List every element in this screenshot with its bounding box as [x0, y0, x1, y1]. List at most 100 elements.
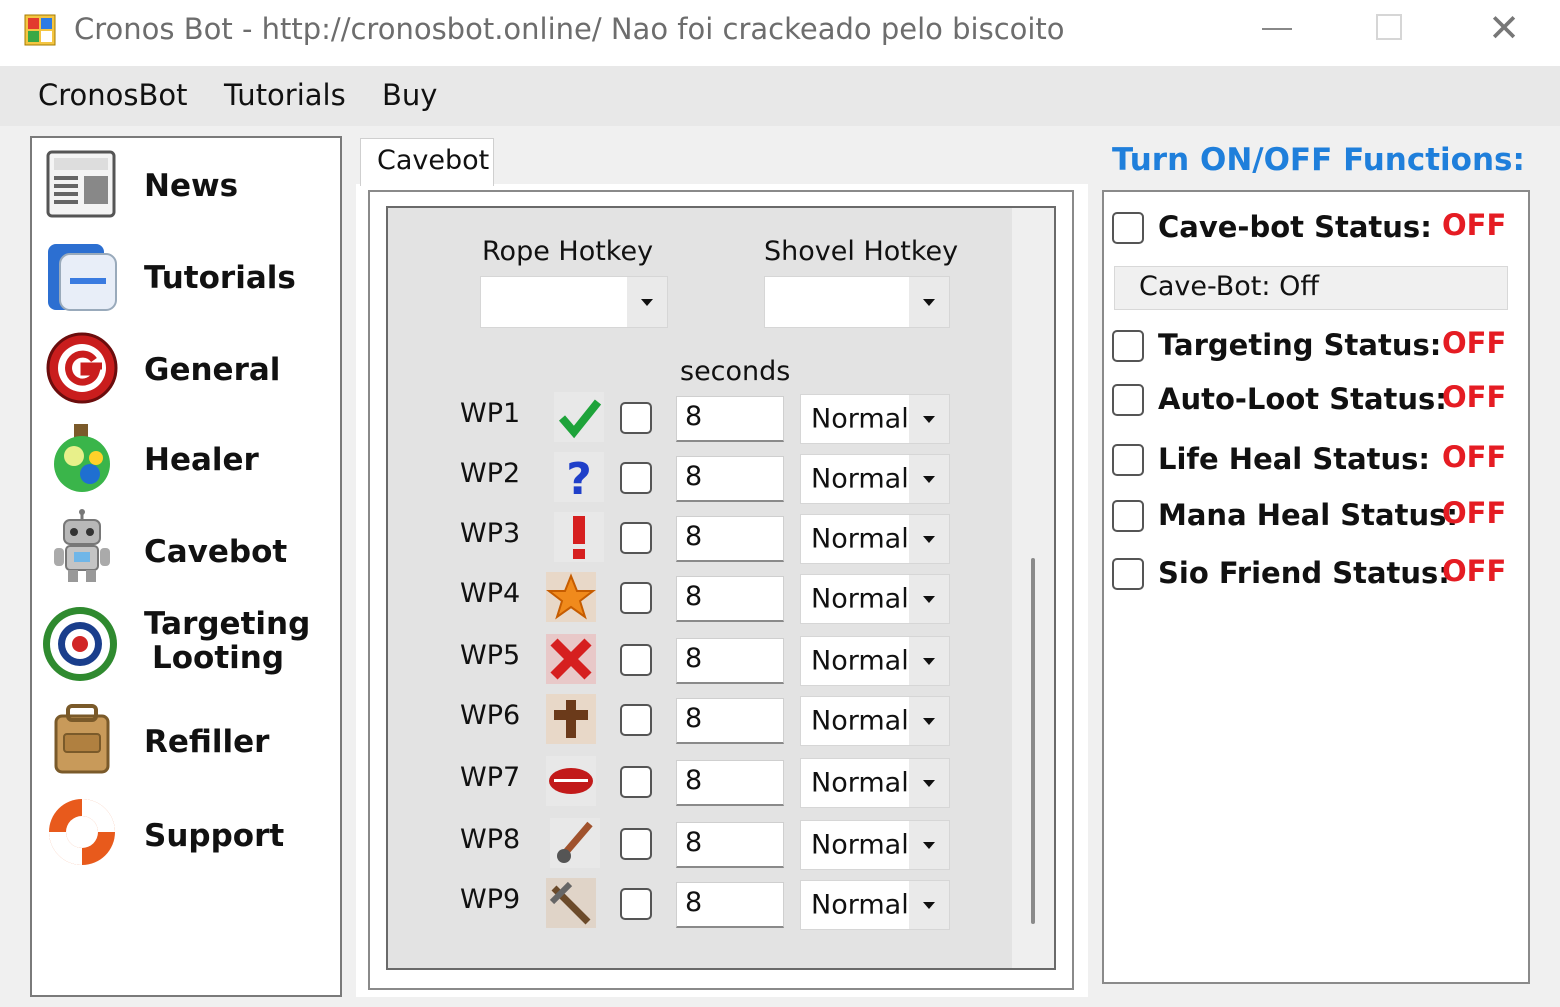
cavebot-status-text: Cave-Bot: Off — [1139, 271, 1319, 302]
chevron-down-icon[interactable] — [909, 759, 949, 807]
waypoint-seconds-input[interactable]: 8 — [676, 760, 784, 806]
sio-friend-status-label: Sio Friend Status: — [1158, 556, 1450, 590]
auto-loot-status-value: OFF — [1442, 380, 1507, 414]
sidebar-item-looting[interactable]: Looting — [152, 640, 284, 676]
life-heal-status-checkbox[interactable] — [1112, 444, 1144, 476]
target-icon — [43, 607, 117, 681]
chevron-down-icon[interactable] — [909, 821, 949, 869]
waypoint-mode-value: Normal — [811, 889, 909, 921]
lifebuoy-icon — [49, 799, 115, 865]
sio-friend-status-value: OFF — [1442, 554, 1507, 588]
waypoint-mode-dropdown[interactable]: Normal — [800, 880, 950, 930]
auto-loot-status-checkbox[interactable] — [1112, 384, 1144, 416]
red-cross-icon — [546, 634, 596, 684]
waypoint-label: WP8 — [460, 824, 521, 855]
minimize-icon[interactable] — [1262, 28, 1292, 30]
potion-icon — [54, 424, 110, 492]
rope-hotkey-label: Rope Hotkey — [482, 236, 654, 267]
menu-buy[interactable]: Buy — [382, 78, 437, 112]
waypoint-mode-value: Normal — [811, 645, 909, 677]
maximize-icon[interactable] — [1376, 14, 1402, 40]
sidebar-item-cavebot[interactable]: Cavebot — [144, 534, 287, 570]
waypoint-seconds-input[interactable]: 8 — [676, 882, 784, 928]
cavebot-status-display: Cave-Bot: Off — [1114, 266, 1508, 310]
waypoint-seconds-value: 8 — [685, 461, 703, 492]
targeting-status-value: OFF — [1442, 326, 1507, 360]
sidebar-item-support[interactable]: Support — [144, 818, 284, 854]
waypoint-checkbox[interactable] — [620, 766, 652, 798]
scrollbar-thumb[interactable] — [1031, 558, 1035, 924]
newspaper-icon — [46, 150, 116, 218]
waypoint-checkbox[interactable] — [620, 582, 652, 614]
waypoint-mode-value: Normal — [811, 523, 909, 555]
sidebar-item-general[interactable]: General — [144, 352, 280, 388]
waypoint-checkbox[interactable] — [620, 402, 652, 434]
waypoint-mode-dropdown[interactable]: Normal — [800, 696, 950, 746]
star-icon — [546, 572, 596, 622]
waypoint-checkbox[interactable] — [620, 462, 652, 494]
waypoint-checkbox[interactable] — [620, 522, 652, 554]
tab-cavebot[interactable]: Cavebot — [360, 138, 494, 186]
waypoint-mode-dropdown[interactable]: Normal — [800, 514, 950, 564]
waypoint-seconds-value: 8 — [685, 887, 703, 918]
waypoint-mode-dropdown[interactable]: Normal — [800, 820, 950, 870]
waypoint-label: WP5 — [460, 640, 521, 671]
svg-text:?: ? — [566, 454, 592, 502]
chevron-down-icon[interactable] — [909, 515, 949, 563]
lips-icon — [546, 756, 596, 806]
menu-cronosbot[interactable]: CronosBot — [38, 78, 188, 112]
pick-icon — [546, 878, 596, 928]
waypoint-checkbox[interactable] — [620, 828, 652, 860]
targeting-status-checkbox[interactable] — [1112, 330, 1144, 362]
tutorial-book-icon — [48, 244, 117, 311]
chevron-down-icon[interactable] — [909, 277, 949, 327]
waypoint-seconds-input[interactable]: 8 — [676, 698, 784, 744]
exclamation-icon — [554, 512, 604, 562]
waypoint-seconds-value: 8 — [685, 401, 703, 432]
waypoint-mode-dropdown[interactable]: Normal — [800, 636, 950, 686]
waypoint-seconds-value: 8 — [685, 643, 703, 674]
menu-tutorials[interactable]: Tutorials — [224, 78, 346, 112]
cave-bot-status-checkbox[interactable] — [1112, 212, 1144, 244]
checkmark-icon — [554, 392, 604, 442]
sio-friend-status-checkbox[interactable] — [1112, 558, 1144, 590]
chevron-down-icon[interactable] — [627, 277, 667, 327]
chevron-down-icon[interactable] — [909, 455, 949, 503]
waypoint-mode-dropdown[interactable]: Normal — [800, 394, 950, 444]
waypoint-mode-dropdown[interactable]: Normal — [800, 454, 950, 504]
waypoint-mode-dropdown[interactable]: Normal — [800, 758, 950, 808]
waypoint-seconds-value: 8 — [685, 765, 703, 796]
waypoint-checkbox[interactable] — [620, 888, 652, 920]
chevron-down-icon[interactable] — [909, 697, 949, 745]
waypoint-seconds-input[interactable]: 8 — [676, 576, 784, 622]
mana-heal-status-label: Mana Heal Status: — [1158, 498, 1458, 532]
waypoint-mode-dropdown[interactable]: Normal — [800, 574, 950, 624]
waypoint-seconds-input[interactable]: 8 — [676, 638, 784, 684]
chevron-down-icon[interactable] — [909, 575, 949, 623]
waypoint-seconds-input[interactable]: 8 — [676, 516, 784, 562]
mana-heal-status-value: OFF — [1442, 496, 1507, 530]
sidebar-item-targeting[interactable]: Targeting — [144, 606, 310, 642]
chevron-down-icon[interactable] — [909, 881, 949, 929]
waypoint-checkbox[interactable] — [620, 644, 652, 676]
rope-hotkey-dropdown[interactable] — [480, 276, 668, 328]
waypoint-checkbox[interactable] — [620, 704, 652, 736]
sidebar-item-healer[interactable]: Healer — [144, 442, 259, 478]
waypoint-mode-value: Normal — [811, 767, 909, 799]
sidebar-item-refiller[interactable]: Refiller — [144, 724, 269, 760]
chevron-down-icon[interactable] — [909, 637, 949, 685]
waypoint-seconds-value: 8 — [685, 827, 703, 858]
life-heal-status-label: Life Heal Status: — [1158, 442, 1431, 476]
waypoint-seconds-input[interactable]: 8 — [676, 456, 784, 502]
sidebar-item-tutorials[interactable]: Tutorials — [144, 260, 296, 296]
chevron-down-icon[interactable] — [909, 395, 949, 443]
waypoint-seconds-input[interactable]: 8 — [676, 396, 784, 442]
app-icon — [24, 14, 56, 46]
close-icon[interactable]: ✕ — [1486, 8, 1522, 48]
auto-loot-status-label: Auto-Loot Status: — [1158, 382, 1447, 416]
waypoint-seconds-input[interactable]: 8 — [676, 822, 784, 868]
mana-heal-status-checkbox[interactable] — [1112, 500, 1144, 532]
sidebar-item-news[interactable]: News — [144, 168, 238, 204]
life-heal-status-value: OFF — [1442, 440, 1507, 474]
shovel-hotkey-dropdown[interactable] — [764, 276, 950, 328]
